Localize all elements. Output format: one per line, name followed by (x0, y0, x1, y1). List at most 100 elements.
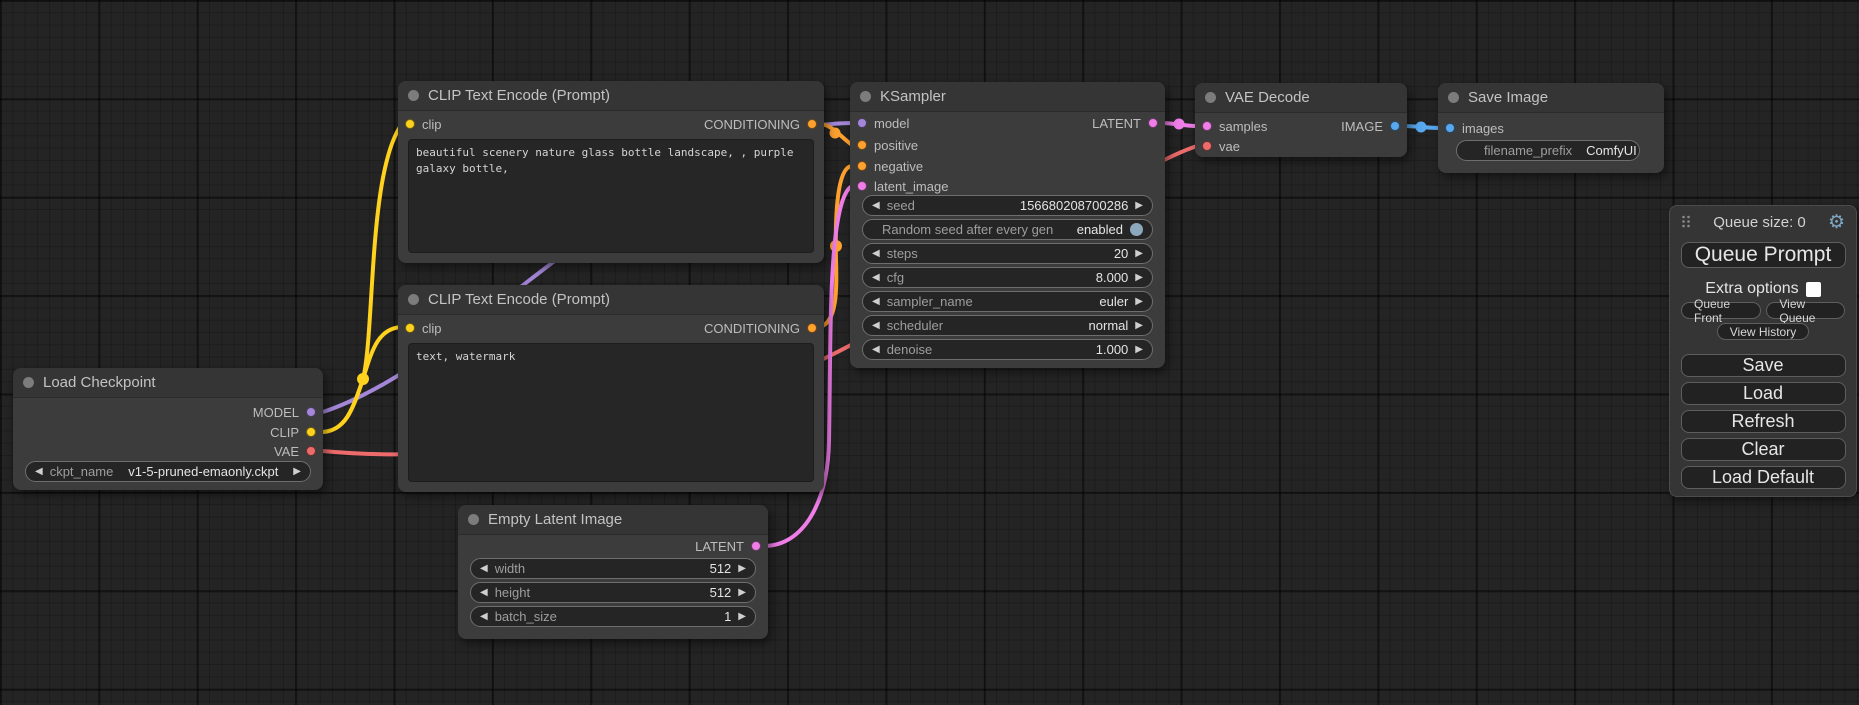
refresh-button[interactable]: Refresh (1681, 410, 1846, 433)
output-model[interactable]: MODEL (253, 402, 316, 422)
queue-prompt-button[interactable]: Queue Prompt (1681, 242, 1846, 268)
collapse-dot-icon[interactable] (408, 294, 419, 305)
increment-arrow-icon[interactable]: ▶ (1135, 297, 1143, 307)
width-widget[interactable]: ◀ width 512 ▶ (470, 558, 756, 579)
decrement-arrow-icon[interactable]: ◀ (872, 345, 880, 355)
input-latent-image[interactable]: latent_image (857, 176, 948, 196)
prompt-textarea[interactable]: text, watermark (408, 343, 814, 482)
clip-port-icon[interactable] (306, 427, 316, 437)
collapse-dot-icon[interactable] (468, 514, 479, 525)
output-conditioning[interactable]: CONDITIONING (704, 114, 817, 134)
node-clip-text-encode-positive[interactable]: CLIP Text Encode (Prompt) clip CONDITION… (398, 81, 824, 263)
drag-handle-icon[interactable] (1681, 215, 1691, 231)
input-samples[interactable]: samples (1202, 116, 1267, 136)
node-load-checkpoint[interactable]: Load Checkpoint MODEL CLIP VAE ◀ ckpt_na… (13, 368, 323, 490)
scheduler-widget[interactable]: ◀ scheduler normal ▶ (862, 315, 1153, 336)
load-default-button[interactable]: Load Default (1681, 466, 1846, 489)
input-images[interactable]: images (1445, 118, 1504, 138)
height-widget[interactable]: ◀ height 512 ▶ (470, 582, 756, 603)
node-title-bar[interactable]: CLIP Text Encode (Prompt) (398, 81, 824, 111)
output-image[interactable]: IMAGE (1341, 116, 1400, 136)
clip-port-icon[interactable] (405, 119, 415, 129)
decrement-arrow-icon[interactable]: ◀ (480, 588, 488, 598)
image-port-icon[interactable] (1445, 123, 1455, 133)
increment-arrow-icon[interactable]: ▶ (738, 588, 746, 598)
latent-port-icon[interactable] (1202, 121, 1212, 131)
increment-arrow-icon[interactable]: ▶ (293, 467, 301, 477)
decrement-arrow-icon[interactable]: ◀ (872, 201, 880, 211)
model-port-icon[interactable] (306, 407, 316, 417)
decrement-arrow-icon[interactable]: ◀ (872, 321, 880, 331)
increment-arrow-icon[interactable]: ▶ (738, 564, 746, 574)
vae-port-icon[interactable] (306, 446, 316, 456)
collapse-dot-icon[interactable] (1205, 92, 1216, 103)
image-port-icon[interactable] (1390, 121, 1400, 131)
increment-arrow-icon[interactable]: ▶ (1135, 345, 1143, 355)
latent-port-icon[interactable] (1148, 118, 1158, 128)
conditioning-port-icon[interactable] (857, 161, 867, 171)
node-ksampler[interactable]: KSampler model positive negative latent_… (850, 82, 1165, 368)
output-clip[interactable]: CLIP (270, 422, 316, 442)
model-port-icon[interactable] (857, 118, 867, 128)
node-title-bar[interactable]: Load Checkpoint (13, 368, 323, 398)
batch-size-widget[interactable]: ◀ batch_size 1 ▶ (470, 606, 756, 627)
input-vae[interactable]: vae (1202, 136, 1240, 156)
increment-arrow-icon[interactable]: ▶ (1135, 249, 1143, 259)
clear-button[interactable]: Clear (1681, 438, 1846, 461)
save-button[interactable]: Save (1681, 354, 1846, 377)
denoise-widget[interactable]: ◀ denoise 1.000 ▶ (862, 339, 1153, 360)
collapse-dot-icon[interactable] (23, 377, 34, 388)
extra-options-checkbox[interactable] (1806, 282, 1821, 297)
increment-arrow-icon[interactable]: ▶ (1135, 321, 1143, 331)
clip-port-icon[interactable] (405, 323, 415, 333)
conditioning-port-icon[interactable] (857, 140, 867, 150)
view-queue-button[interactable]: View Queue (1766, 302, 1845, 319)
input-negative[interactable]: negative (857, 156, 923, 176)
node-title-bar[interactable]: Empty Latent Image (458, 505, 768, 535)
seed-widget[interactable]: ◀ seed 156680208700286 ▶ (862, 195, 1153, 216)
input-clip[interactable]: clip (405, 318, 442, 338)
increment-arrow-icon[interactable]: ▶ (1135, 273, 1143, 283)
decrement-arrow-icon[interactable]: ◀ (872, 273, 880, 283)
node-vae-decode[interactable]: VAE Decode samples vae IMAGE (1195, 83, 1407, 157)
conditioning-port-icon[interactable] (807, 119, 817, 129)
node-title-bar[interactable]: KSampler (850, 82, 1165, 112)
node-title-bar[interactable]: Save Image (1438, 83, 1664, 113)
node-title-bar[interactable]: CLIP Text Encode (Prompt) (398, 285, 824, 315)
collapse-dot-icon[interactable] (1448, 92, 1459, 103)
node-title-bar[interactable]: VAE Decode (1195, 83, 1407, 113)
ckpt-name-widget[interactable]: ◀ ckpt_name v1-5-pruned-emaonly.ckpt ▶ (25, 461, 311, 482)
output-conditioning[interactable]: CONDITIONING (704, 318, 817, 338)
filename-prefix-widget[interactable]: filename_prefix ComfyUI (1456, 140, 1640, 161)
input-model[interactable]: model (857, 113, 909, 133)
output-latent[interactable]: LATENT (695, 536, 761, 556)
decrement-arrow-icon[interactable]: ◀ (480, 612, 488, 622)
increment-arrow-icon[interactable]: ▶ (738, 612, 746, 622)
decrement-arrow-icon[interactable]: ◀ (480, 564, 488, 574)
latent-port-icon[interactable] (751, 541, 761, 551)
decrement-arrow-icon[interactable]: ◀ (35, 467, 43, 477)
sampler-name-widget[interactable]: ◀ sampler_name euler ▶ (862, 291, 1153, 312)
increment-arrow-icon[interactable]: ▶ (1135, 201, 1143, 211)
collapse-dot-icon[interactable] (408, 90, 419, 101)
vae-port-icon[interactable] (1202, 141, 1212, 151)
view-history-button[interactable]: View History (1717, 323, 1809, 340)
toggle-icon[interactable] (1130, 223, 1143, 236)
input-positive[interactable]: positive (857, 135, 918, 155)
output-vae[interactable]: VAE (274, 441, 316, 461)
decrement-arrow-icon[interactable]: ◀ (872, 297, 880, 307)
gear-icon[interactable]: ⚙ (1828, 213, 1845, 232)
random-seed-widget[interactable]: Random seed after every gen enabled (862, 219, 1153, 240)
prompt-textarea[interactable]: beautiful scenery nature glass bottle la… (408, 139, 814, 253)
queue-front-button[interactable]: Queue Front (1681, 302, 1761, 319)
cfg-widget[interactable]: ◀ cfg 8.000 ▶ (862, 267, 1153, 288)
output-latent[interactable]: LATENT (1092, 113, 1158, 133)
load-button[interactable]: Load (1681, 382, 1846, 405)
node-empty-latent-image[interactable]: Empty Latent Image LATENT ◀ width 512 ▶ … (458, 505, 768, 639)
steps-widget[interactable]: ◀ steps 20 ▶ (862, 243, 1153, 264)
graph-canvas[interactable]: Load Checkpoint MODEL CLIP VAE ◀ ckpt_na… (0, 0, 1859, 705)
conditioning-port-icon[interactable] (807, 323, 817, 333)
node-clip-text-encode-negative[interactable]: CLIP Text Encode (Prompt) clip CONDITION… (398, 285, 824, 492)
input-clip[interactable]: clip (405, 114, 442, 134)
node-save-image[interactable]: Save Image images filename_prefix ComfyU… (1438, 83, 1664, 173)
